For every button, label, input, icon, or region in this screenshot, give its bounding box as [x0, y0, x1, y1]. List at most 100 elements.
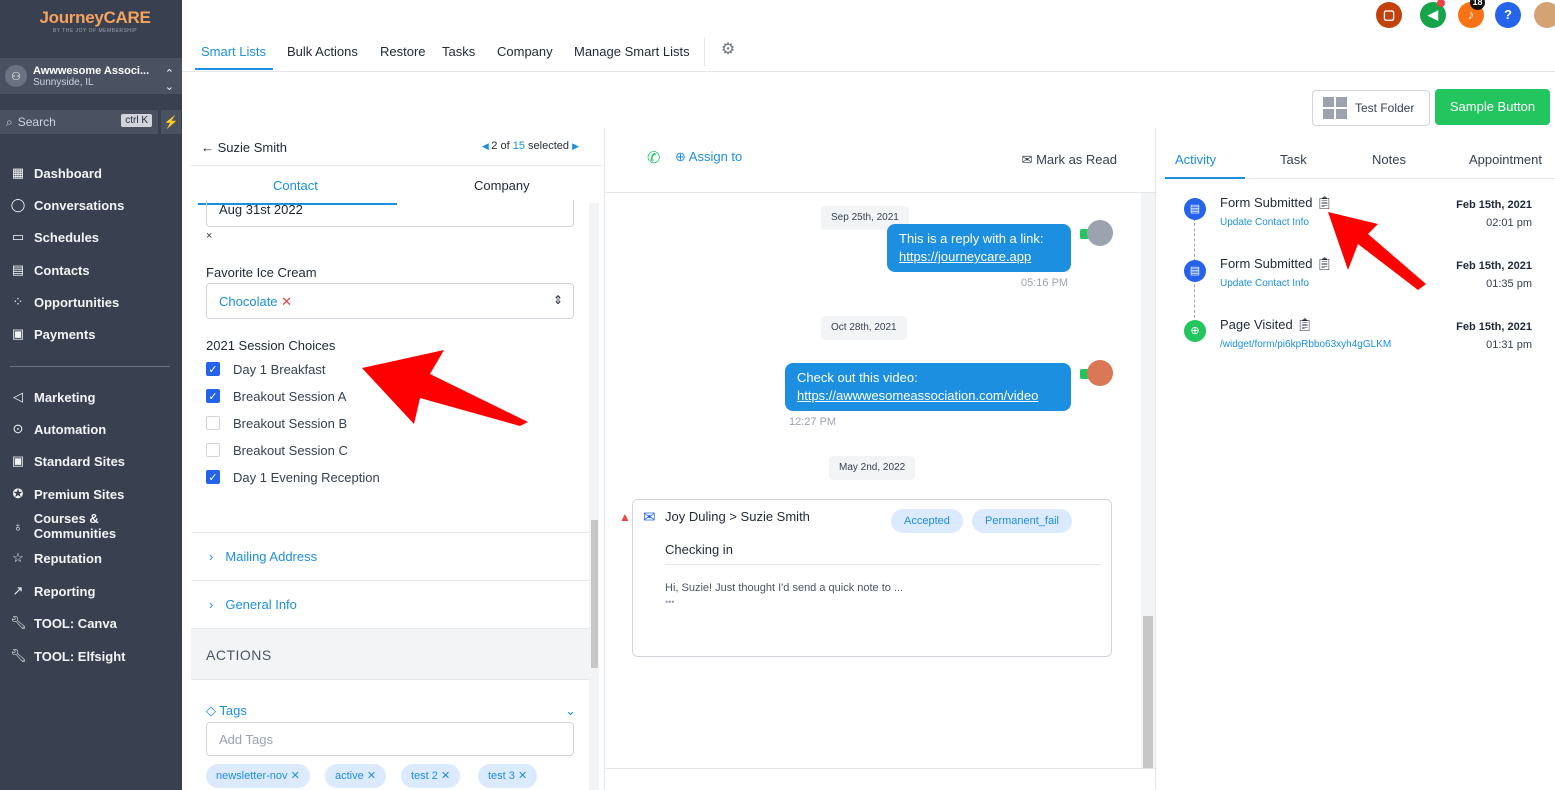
sidebar-item-opportunities[interactable]: ⁘ Opportunities [0, 289, 182, 315]
tab-bulk-actions[interactable]: Bulk Actions [287, 44, 358, 59]
add-tags-input[interactable]: Add Tags [206, 722, 574, 756]
sidebar-item-payments[interactable]: ▣ Payments [0, 321, 182, 347]
automation-icon: ⊙ [12, 421, 24, 436]
checkbox-breakout-c[interactable]: Breakout Session C [206, 440, 348, 460]
message-link[interactable]: https://awwwesomeassociation.com/video [797, 388, 1038, 403]
message-link[interactable]: https://journeycare.app [899, 249, 1031, 264]
checkbox-day1-breakfast[interactable]: ✓ Day 1 Breakfast [206, 359, 326, 379]
contact-scrollbar[interactable] [589, 203, 599, 790]
gear-icon[interactable]: ⚙ [716, 38, 740, 62]
tag-chip[interactable]: test 3 ✕ [478, 764, 538, 788]
date-divider: May 2nd, 2022 [829, 456, 916, 480]
journeycare-logo[interactable]: JourneyCARE BY THE JOY OF MEMBERSHIP [30, 8, 160, 42]
tab-appointment[interactable]: Appointment [1469, 152, 1542, 167]
message-bubble: Check out this video: https://awwwesomea… [785, 363, 1071, 411]
tab-company[interactable]: Company [497, 44, 553, 59]
activity-title: Form Submitted 📋︎ [1220, 256, 1333, 271]
date-divider: Oct 28th, 2021 [821, 316, 907, 340]
prev-record-icon[interactable]: ◀ [482, 141, 491, 151]
sidebar-item-courses[interactable]: ♁ Courses & Communities [0, 511, 182, 541]
next-record-icon[interactable]: ▶ [572, 141, 579, 151]
location-switcher[interactable]: ⚇ Awwwesome Associ... Sunnyside, IL ⌃ ⌄ [0, 58, 182, 94]
favorite-ice-cream-label: Favorite Ice Cream [206, 265, 317, 280]
activity-link[interactable]: Update Contact Info [1220, 278, 1309, 289]
activity-title: Form Submitted 📋︎ [1220, 195, 1333, 210]
sidebar-item-schedules[interactable]: ▭ Schedules [0, 224, 182, 250]
help-icon[interactable]: ? [1495, 2, 1521, 28]
chevron-right-icon: › [209, 597, 214, 612]
sidebar-item-automation[interactable]: ⊙ Automation [0, 416, 182, 442]
sidebar-item-marketing[interactable]: ◁ Marketing [0, 384, 182, 410]
composer-area[interactable] [605, 768, 1157, 790]
remove-tag-icon[interactable]: ✕ [441, 770, 450, 782]
assign-to-button[interactable]: ⊕ Assign to [675, 149, 742, 165]
chart-line-icon: ↗ [12, 583, 24, 598]
sidebar-item-contacts[interactable]: ▤ Contacts [0, 257, 182, 283]
notification-bell-icon[interactable]: ♪ 18 [1458, 0, 1485, 28]
checkbox-breakout-a[interactable]: ✓ Breakout Session A [206, 386, 346, 406]
activity-link[interactable]: Update Contact Info [1220, 217, 1309, 228]
tab-manage-smart-lists[interactable]: Manage Smart Lists [574, 44, 690, 59]
checkbox-breakout-b[interactable]: Breakout Session B [206, 413, 347, 433]
tab-tasks[interactable]: Tasks [442, 44, 475, 59]
announcement-icon[interactable]: ◀ [1420, 0, 1446, 28]
activity-tab-underline [1165, 177, 1245, 179]
session-choices-label: 2021 Session Choices [206, 338, 336, 353]
tab-company-info[interactable]: Company [474, 178, 530, 193]
search-input[interactable]: ⌕ Search ctrl K [0, 110, 158, 134]
tag-chip[interactable]: newsletter-nov ✕ [206, 764, 310, 788]
clear-date-icon[interactable]: × [206, 230, 212, 242]
tags-section-header[interactable]: ◇ Tags ⌄ [206, 703, 576, 719]
chat-support-icon[interactable]: ▢ [1376, 2, 1402, 28]
envelope-open-icon: ✉ [1021, 152, 1037, 167]
test-folder-button[interactable]: Test Folder [1312, 90, 1430, 126]
remove-tag-icon[interactable]: ✕ [518, 770, 527, 782]
tab-notes[interactable]: Notes [1372, 152, 1406, 167]
email-card[interactable]: ▲ ✉ Joy Duling > Suzie Smith Accepted Pe… [619, 499, 1112, 657]
activity-link[interactable]: /widget/form/pi6kpRbbo63xyh4gGLKM [1220, 339, 1391, 350]
sidebar-item-reputation[interactable]: ☆ Reputation [0, 545, 182, 571]
tab-activity[interactable]: Activity [1175, 152, 1216, 167]
sidebar-item-dashboard[interactable]: ▦ Dashboard [0, 160, 182, 186]
remove-tag-icon[interactable]: ✕ [291, 770, 300, 782]
tag-chip[interactable]: test 2 ✕ [401, 764, 461, 788]
ice-cream-chip: Chocolate ✕ [219, 294, 293, 309]
tab-task[interactable]: Task [1280, 152, 1307, 167]
message-time: 05:16 PM [1021, 277, 1069, 289]
sidebar-divider [10, 366, 170, 367]
sample-button[interactable]: Sample Button [1435, 89, 1550, 125]
clipboard-icon: 📋︎ [1296, 317, 1313, 332]
sidebar-item-conversations[interactable]: ◯ Conversations [0, 192, 182, 218]
sidebar-item-standard-sites[interactable]: ▣ Standard Sites [0, 448, 182, 474]
sidebar-item-tool-elfsight[interactable]: 🔧︎ TOOL: Elfsight [0, 643, 182, 669]
tab-contact[interactable]: Contact [273, 178, 318, 193]
checkbox-evening-reception[interactable]: ✓ Day 1 Evening Reception [206, 467, 380, 487]
chevron-updown-icon: ⌃ ⌄ [164, 68, 174, 93]
tab-restore[interactable]: Restore [380, 44, 426, 59]
contact-scrollbar-thumb[interactable] [591, 520, 598, 668]
sidebar-item-tool-canva[interactable]: 🔧︎ TOOL: Canva [0, 610, 182, 636]
tag-chip[interactable]: active ✕ [325, 764, 387, 788]
remove-chip-icon[interactable]: ✕ [281, 294, 292, 309]
mailing-address-section[interactable]: › Mailing Address [191, 532, 591, 580]
tab-smart-lists[interactable]: Smart Lists [201, 44, 266, 59]
date-field[interactable]: Aug 31st 2022 [206, 200, 574, 227]
activity-date: Feb 15th, 2021 [1456, 260, 1532, 272]
mark-as-read-button[interactable]: ✉ Mark as Read [1022, 152, 1117, 168]
conversation-scrollbar-thumb[interactable] [1143, 616, 1153, 768]
general-info-section[interactable]: › General Info [191, 580, 591, 628]
sidebar-item-premium-sites[interactable]: ✪ Premium Sites [0, 481, 182, 507]
favorite-ice-cream-select[interactable]: Chocolate ✕ ⇕ [206, 283, 574, 319]
back-to-list-button[interactable]: ← Suzie Smith [201, 140, 287, 155]
chat-icon: ◯ [10, 197, 26, 212]
email-route: Joy Duling > Suzie Smith [665, 509, 810, 524]
quick-action-bolt-icon[interactable]: ⚡ [161, 110, 181, 134]
remove-tag-icon[interactable]: ✕ [367, 770, 376, 782]
search-icon: ⌕ [6, 114, 13, 129]
star-icon: ☆ [12, 550, 24, 565]
user-avatar[interactable] [1534, 2, 1555, 28]
phone-icon[interactable]: ✆ [647, 148, 660, 168]
active-tab-underline [195, 68, 273, 70]
sidebar-item-reporting[interactable]: ↗ Reporting [0, 578, 182, 604]
more-icon[interactable]: ••• [665, 597, 674, 607]
